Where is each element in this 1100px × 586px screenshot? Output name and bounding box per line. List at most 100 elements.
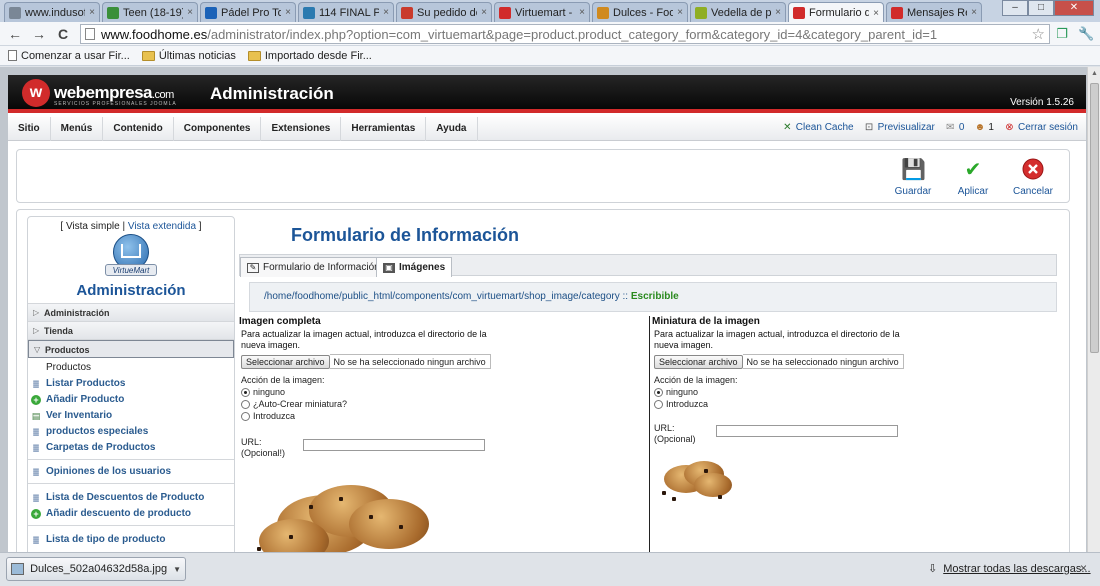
joomla-admin-page: w webempresa.com SERVICIOS PROFESIONALES… (8, 75, 1086, 552)
section-products[interactable]: ▽ Productos (28, 340, 234, 358)
cancel-button[interactable]: Cancelar (1007, 158, 1059, 197)
bookmark-folder[interactable]: Últimas noticias (141, 50, 236, 62)
apply-button[interactable]: ✔ Aplicar (947, 158, 999, 197)
selected-file-label: No se ha seleccionado ningun archivo (329, 354, 491, 369)
thumbnail-instructions: Para actualizar la imagen actual, introd… (654, 329, 900, 350)
browser-tab[interactable]: 114 FINAL PF × (298, 2, 394, 22)
tab-favicon-icon (695, 6, 707, 19)
chevron-down-icon[interactable]: ▼ (173, 565, 181, 574)
tab-close-icon[interactable]: × (579, 7, 585, 18)
sidebar-item-products-2[interactable]: + Añadir Producto (28, 392, 234, 408)
sidebar-item-products-1[interactable]: ≣ Listar Productos (28, 376, 234, 392)
tab-title: Pádel Pro To (221, 6, 282, 19)
sidebar-item-products-5[interactable]: ≣ Carpetas de Productos (28, 440, 234, 456)
radio-button[interactable] (241, 411, 250, 421)
radio-button[interactable] (654, 399, 663, 409)
extension-icon[interactable]: ❐ (1054, 26, 1070, 42)
save-button[interactable]: 💾 Guardar (887, 158, 939, 197)
view-extended-link[interactable]: Vista extendida (128, 221, 196, 232)
chevron-down-icon: ▽ (34, 345, 41, 354)
sidebar-item-discounts-list[interactable]: ≣ Lista de Descuentos de Producto (28, 490, 234, 506)
radio-enter[interactable]: Introduzca (239, 411, 639, 421)
radio-none[interactable]: ninguno (652, 387, 1049, 397)
select-file-button[interactable]: Seleccionar archivo (241, 354, 330, 369)
full-image-file-input[interactable]: Seleccionar archivo No se ha seleccionad… (239, 354, 639, 369)
page-scrollbar[interactable]: ▲ (1087, 67, 1100, 552)
browser-tab[interactable]: Teen (18-19) × (102, 2, 198, 22)
radio-enter[interactable]: Introduzca (652, 399, 1049, 409)
logout-link[interactable]: ⊗ Cerrar sesión (1004, 122, 1078, 133)
browser-tab[interactable]: www.indusof × (4, 2, 100, 22)
tab-close-icon[interactable]: × (873, 8, 879, 19)
scrollbar-thumb[interactable] (1090, 83, 1099, 353)
reload-button[interactable]: C (54, 25, 72, 43)
browser-tab[interactable]: Su pedido de × (396, 2, 492, 22)
tab-favicon-icon (499, 6, 511, 19)
preview-link[interactable]: ⊡ Previsualizar (864, 122, 935, 133)
thumbnail-heading: Miniatura de la imagen (652, 316, 760, 327)
tab-close-icon[interactable]: × (481, 7, 487, 18)
sidebar-item-products-3[interactable]: ▤ Ver Inventario (28, 408, 234, 424)
browser-tab[interactable]: Dulces - Foo × (592, 2, 688, 22)
browser-tab[interactable]: Vedella de pa × (690, 2, 786, 22)
messages-count[interactable]: ✉ 0 (945, 122, 964, 133)
back-button[interactable]: ← (6, 25, 24, 43)
close-downloads-button[interactable]: × (1080, 561, 1087, 575)
wrench-icon[interactable]: 🔧 (1078, 26, 1094, 42)
menu-item-sitio[interactable]: Sitio (8, 117, 51, 141)
tab-close-icon[interactable]: × (285, 7, 291, 18)
sidebar-item-discounts-add[interactable]: + Añadir descuento de producto (28, 506, 234, 522)
sidebar-item-products-4[interactable]: ≣ productos especiales (28, 424, 234, 440)
sidebar-item-products-0[interactable]: Productos (28, 360, 234, 376)
menu-item-herramientas[interactable]: Herramientas (341, 117, 427, 141)
browser-tab[interactable]: Pádel Pro To × (200, 2, 296, 22)
thumbnail-section: Miniatura de la imagen Para actualizar l… (649, 316, 1049, 552)
radio-button[interactable] (654, 387, 663, 397)
section-admin[interactable]: ▷ Administración (28, 304, 234, 322)
select-file-button[interactable]: Seleccionar archivo (654, 354, 743, 369)
clean-cache-link[interactable]: ✕ Clean Cache (782, 122, 854, 133)
menu-item-contenido[interactable]: Contenido (103, 117, 174, 141)
browser-tab[interactable]: Virtuemart - × (494, 2, 590, 22)
tab-close-icon[interactable]: × (187, 7, 193, 18)
radio-none[interactable]: ninguno (239, 387, 639, 397)
divider (28, 480, 234, 484)
radio-auto-thumbnail[interactable]: ¿Auto-Crear miniatura? (239, 399, 639, 409)
tab-close-icon[interactable]: × (775, 7, 781, 18)
tab-title: Mensajes Re (907, 6, 968, 19)
menu-item-menus[interactable]: Menús (51, 117, 104, 141)
tab-close-icon[interactable]: × (677, 7, 683, 18)
full-image-url-input[interactable] (303, 439, 485, 451)
sidebar-item-reviews[interactable]: ≣ Opiniones de los usuarios (28, 464, 234, 480)
menu-item-extensiones[interactable]: Extensiones (261, 117, 342, 141)
bookmark-folder[interactable]: Importado desde Fir... (247, 50, 372, 62)
browser-tab[interactable]: Formulario d × (788, 2, 884, 23)
tab-images[interactable]: ▣ Imágenes (376, 257, 453, 277)
radio-button[interactable] (241, 387, 250, 397)
bookmark-item[interactable]: Comenzar a usar Fir... (8, 50, 130, 62)
bookmark-star-icon[interactable]: ☆ (1032, 25, 1045, 43)
minimize-button[interactable]: – (1002, 0, 1028, 16)
close-window-button[interactable]: ✕ (1054, 0, 1094, 16)
maximize-button[interactable]: □ (1028, 0, 1054, 16)
tab-close-icon[interactable]: × (89, 7, 95, 18)
sidebar-sections: ▷ Administración ▷ Tienda ▽ Productos Produ… (28, 303, 234, 548)
scroll-up-icon[interactable]: ▲ (1088, 67, 1100, 81)
section-store[interactable]: ▷ Tienda (28, 322, 234, 340)
browser-tab[interactable]: Mensajes Re × (886, 2, 982, 22)
show-all-downloads-link[interactable]: ⇩ Mostrar todas las descargas... (928, 562, 1091, 576)
address-bar[interactable]: www.foodhome.es/administrator/index.php?… (80, 24, 1050, 44)
thumbnail-url-input[interactable] (716, 425, 898, 437)
users-count[interactable]: ☻ 1 (974, 122, 994, 133)
tab-information[interactable]: ✎ Formulario de Información (240, 257, 387, 277)
thumbnail-file-input[interactable]: Seleccionar archivo No se ha seleccionad… (652, 354, 1049, 369)
radio-button[interactable] (241, 399, 250, 409)
download-item[interactable]: Dulces_502a04632d58a.jpg ▼ (6, 557, 186, 581)
menu-item-componentes[interactable]: Componentes (174, 117, 262, 141)
sidebar-item-types-list[interactable]: ≣ Lista de tipo de producto (28, 532, 234, 548)
full-image-section: Imagen completa Para actualizar la image… (239, 316, 639, 552)
menu-item-ayuda[interactable]: Ayuda (426, 117, 478, 141)
tab-close-icon[interactable]: × (971, 7, 977, 18)
tab-close-icon[interactable]: × (383, 7, 389, 18)
forward-button[interactable]: → (30, 25, 48, 43)
